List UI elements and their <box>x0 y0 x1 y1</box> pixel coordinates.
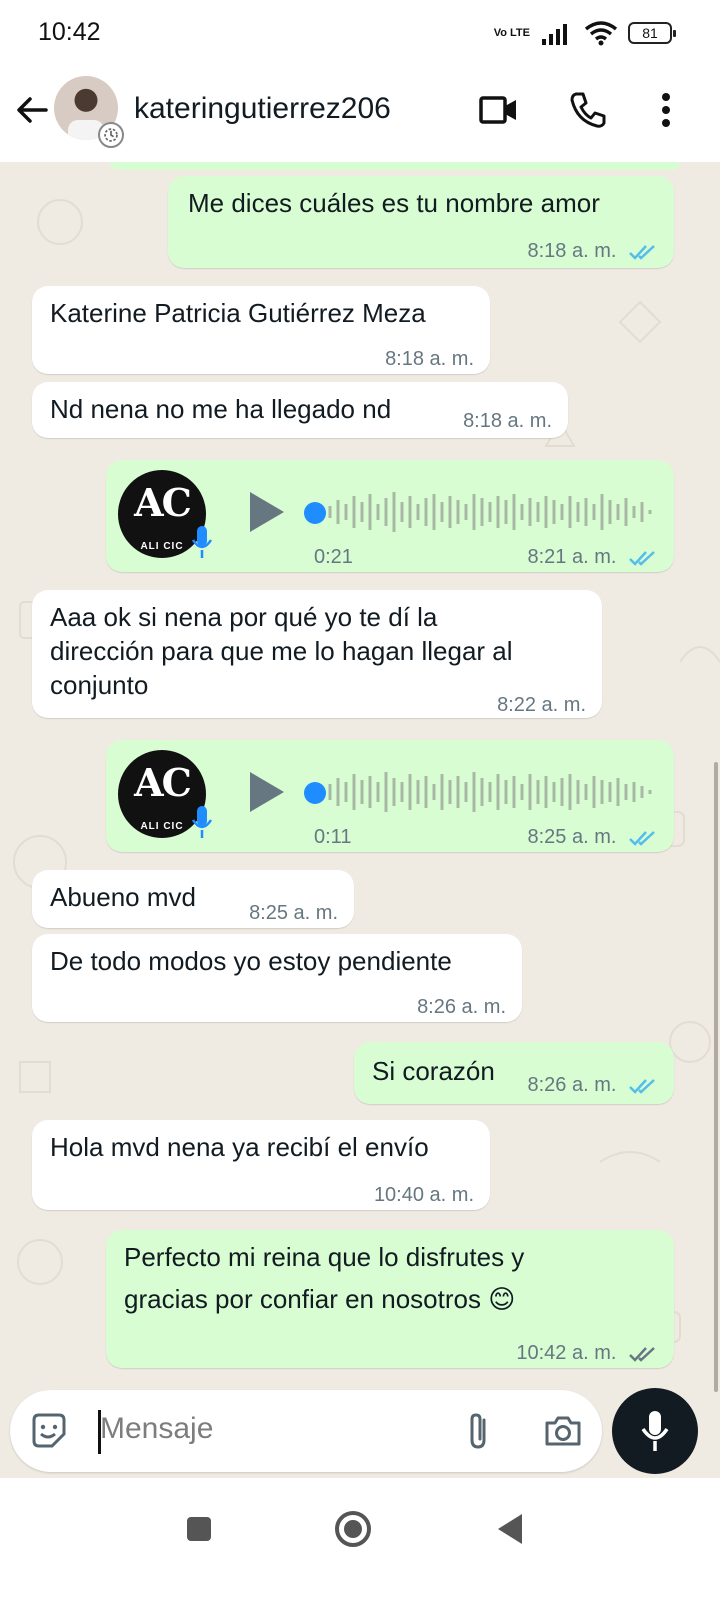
message-text: Abueno mvd <box>50 882 196 912</box>
system-nav-bar <box>0 1478 720 1600</box>
message-time: 8:25 a. m. <box>249 902 338 924</box>
home-icon[interactable] <box>330 1506 376 1552</box>
microphone-icon <box>191 526 213 558</box>
incoming-message[interactable]: Abueno mvd 8:25 a. m. <box>32 870 354 928</box>
playback-position-dot[interactable] <box>304 782 326 804</box>
more-vertical-icon[interactable] <box>644 88 688 132</box>
message-time: 8:18 a. m. <box>385 348 474 370</box>
message-text: De todo modos yo estoy pendiente <box>50 946 452 976</box>
status-time: 10:42 <box>38 18 101 46</box>
read-ticks-icon <box>629 550 655 566</box>
message-time: 8:26 a. m. <box>417 996 506 1018</box>
video-call-icon[interactable] <box>476 88 520 132</box>
volte-indicator: Vo LTE <box>493 26 530 39</box>
message-time: 8:25 a. m. <box>527 826 617 848</box>
message-composer: Mensaje <box>10 1390 602 1472</box>
play-icon[interactable] <box>246 770 286 814</box>
voice-waveform[interactable] <box>326 770 656 814</box>
message-time: 8:18 a. m. <box>527 240 617 262</box>
incoming-message[interactable]: Aaa ok si nena por qué yo te dí la direc… <box>32 590 602 718</box>
message-meta: 8:25 a. m. <box>528 820 659 854</box>
status-bar: 10:42 Vo LTE 81 <box>0 0 720 66</box>
chat-header: kateringutierrez206 <box>0 66 720 162</box>
status-icons: Vo LTE 81 <box>493 18 676 48</box>
outgoing-message[interactable]: Me dices cuáles es tu nombre amor 8:18 a… <box>168 176 674 268</box>
read-ticks-icon <box>629 830 655 846</box>
incoming-message[interactable]: Nd nena no me ha llegado nd 8:18 a. m. <box>32 382 568 438</box>
message-time: 8:18 a. m. <box>463 410 552 432</box>
microphone-icon <box>641 1411 669 1451</box>
microphone-icon <box>191 806 213 838</box>
logo-monogram: AC <box>134 480 192 525</box>
previous-message-edge <box>110 162 680 170</box>
message-time: 8:22 a. m. <box>497 694 586 716</box>
read-ticks-icon <box>629 1078 655 1094</box>
voice-record-button[interactable] <box>612 1388 698 1474</box>
message-meta: 8:18 a. m. <box>528 234 659 268</box>
voice-waveform[interactable] <box>326 490 656 534</box>
play-icon[interactable] <box>246 490 286 534</box>
message-text: Hola mvd nena ya recibí el envío <box>50 1132 429 1162</box>
phone-icon[interactable] <box>566 88 610 132</box>
message-time: 8:21 a. m. <box>527 546 617 568</box>
battery-level: 81 <box>642 25 658 41</box>
message-line: gracias por confiar en nosotros 😊 <box>124 1284 516 1314</box>
message-time: 10:42 a. m. <box>516 1342 617 1364</box>
message-line: Perfecto mi reina que lo disfrutes y <box>124 1242 525 1272</box>
delivered-ticks-icon <box>629 1346 655 1362</box>
attach-icon[interactable] <box>458 1410 500 1452</box>
outgoing-voice-message[interactable]: AC ALI CIC 0:11 8:25 a. m. <box>106 740 674 852</box>
voice-duration: 0:11 <box>314 826 352 848</box>
voice-duration: 0:21 <box>314 546 353 568</box>
message-text: Si corazón <box>372 1056 495 1086</box>
scrollbar[interactable] <box>714 762 718 1392</box>
message-time: 10:40 a. m. <box>373 1184 474 1206</box>
message-text: Katerine Patricia Gutiérrez Meza <box>50 298 426 328</box>
wifi-icon <box>584 21 618 46</box>
recents-icon[interactable] <box>176 1506 222 1552</box>
back-arrow-icon[interactable] <box>12 90 52 130</box>
battery-indicator: 81 <box>628 22 676 44</box>
playback-position-dot[interactable] <box>304 502 326 524</box>
message-time: 8:26 a. m. <box>527 1074 617 1096</box>
message-meta: 8:26 a. m. <box>528 1068 659 1102</box>
message-line: conjunto <box>50 670 149 700</box>
outgoing-message[interactable]: Si corazón 8:26 a. m. <box>354 1042 674 1104</box>
message-line: dirección para que me lo hagan llegar al <box>50 636 513 666</box>
message-input[interactable]: Mensaje <box>100 1412 213 1446</box>
outgoing-message[interactable]: Perfecto mi reina que lo disfrutes y gra… <box>106 1230 674 1368</box>
incoming-message[interactable]: De todo modos yo estoy pendiente 8:26 a.… <box>32 934 522 1022</box>
back-icon[interactable] <box>488 1506 534 1552</box>
logo-monogram: AC <box>134 760 192 805</box>
message-meta: 10:42 a. m. <box>516 1336 658 1370</box>
outgoing-voice-message[interactable]: AC ALI CIC 0:21 8:21 a. m. <box>106 460 674 572</box>
incoming-message[interactable]: Hola mvd nena ya recibí el envío 10:40 a… <box>32 1120 490 1210</box>
message-line: Aaa ok si nena por qué yo te dí la <box>50 602 438 632</box>
message-meta: 8:21 a. m. <box>528 540 659 574</box>
message-text: Me dices cuáles es tu nombre amor <box>188 188 600 218</box>
contact-name[interactable]: kateringutierrez206 <box>134 92 391 126</box>
status-ring-icon <box>98 122 124 148</box>
chat-area[interactable]: Me dices cuáles es tu nombre amor 8:18 a… <box>0 162 720 1392</box>
incoming-message[interactable]: Katerine Patricia Gutiérrez Meza 8:18 a.… <box>32 286 490 374</box>
signal-icon <box>542 24 567 45</box>
message-text: Nd nena no me ha llegado nd <box>50 394 392 424</box>
sticker-icon[interactable] <box>28 1410 70 1452</box>
read-ticks-icon <box>629 244 655 260</box>
camera-icon[interactable] <box>542 1410 584 1452</box>
